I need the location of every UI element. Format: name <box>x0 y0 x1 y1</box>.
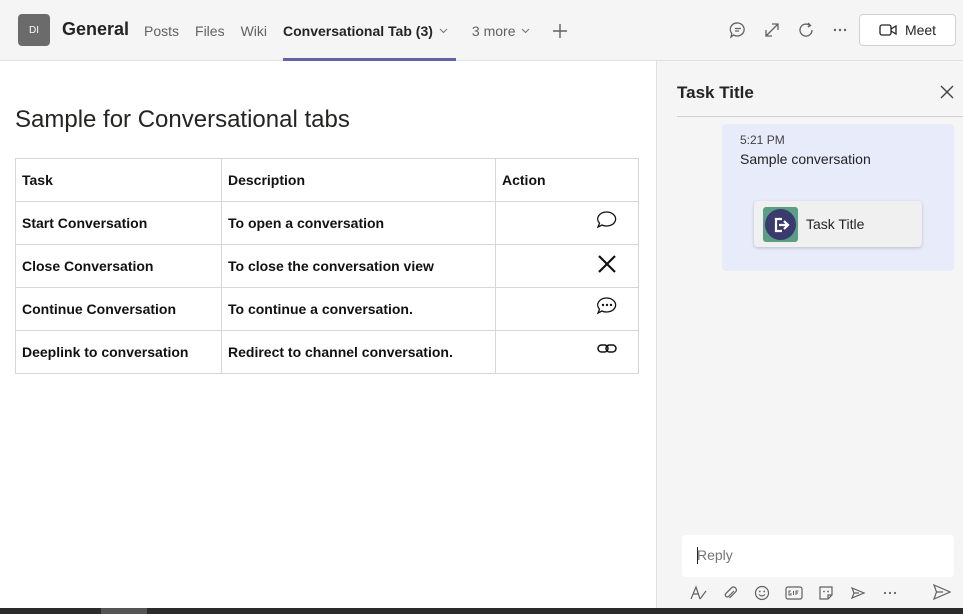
column-header: Description <box>221 158 496 202</box>
chat-dots-icon <box>729 22 745 39</box>
start-conversation-button[interactable] <box>596 210 618 233</box>
tab-more[interactable]: 3 more <box>472 0 539 61</box>
app-icon <box>763 207 798 242</box>
description-cell: Redirect to channel conversation. <box>221 330 496 374</box>
close-conversation-button[interactable] <box>596 253 618 278</box>
action-cell <box>495 244 639 288</box>
tab-content: Sample for Conversational tabs Task Desc… <box>0 61 656 608</box>
add-tab-button[interactable] <box>552 0 568 61</box>
schedule-meeting-button[interactable] <box>842 583 874 603</box>
tab-label: Wiki <box>240 22 268 39</box>
table-row: Continue Conversation To continue a conv… <box>15 287 639 331</box>
column-header: Action <box>495 158 639 202</box>
tab-label: Posts <box>144 22 180 39</box>
action-cell <box>495 287 639 331</box>
tab-posts[interactable]: Posts <box>144 0 187 61</box>
panel-title: Task Title <box>677 83 754 102</box>
emoji-icon <box>754 585 770 601</box>
tab-bar: Posts Files Wiki Conversational Tab (3) … <box>144 0 568 61</box>
more-options-button[interactable] <box>828 18 852 42</box>
table-row: Deeplink to conversation Redirect to cha… <box>15 330 639 374</box>
panel-close-button[interactable] <box>939 84 955 105</box>
refresh-icon <box>799 22 813 37</box>
gif-button[interactable] <box>778 583 810 603</box>
tab-files[interactable]: Files <box>195 0 233 61</box>
task-cell: Deeplink to conversation <box>15 330 222 374</box>
tab-wiki[interactable]: Wiki <box>241 0 275 61</box>
page-title: Sample for Conversational tabs <box>15 106 350 133</box>
message-text: Sample conversation <box>740 151 871 167</box>
format-button[interactable] <box>682 583 714 603</box>
emoji-button[interactable] <box>746 583 778 603</box>
meet-button[interactable]: Meet <box>859 14 956 46</box>
taskbar-item[interactable] <box>101 608 147 614</box>
conversation-button[interactable] <box>726 18 750 42</box>
action-cell <box>495 330 639 374</box>
refresh-button[interactable] <box>794 18 818 42</box>
text-caret <box>697 547 698 564</box>
conversation-panel: Task Title 5:21 PM Sample conversation T… <box>656 61 963 608</box>
table-header-row: Task Description Action <box>15 158 639 202</box>
tab-label: 3 more <box>471 22 516 39</box>
sticker-button[interactable] <box>810 583 842 603</box>
expand-icon <box>765 23 779 37</box>
description-cell: To open a conversation <box>221 201 496 245</box>
message-timestamp: 5:21 PM <box>740 133 785 147</box>
more-icon <box>883 591 897 595</box>
reply-box[interactable] <box>682 535 954 577</box>
continue-conversation-button[interactable] <box>596 296 618 319</box>
chat-dots-icon <box>596 297 617 315</box>
more-compose-button[interactable] <box>874 583 906 603</box>
panel-divider <box>677 116 963 117</box>
description-cell: To close the conversation view <box>221 244 496 288</box>
close-icon <box>940 85 954 99</box>
sticker-icon <box>819 586 833 600</box>
send-icon <box>932 583 952 601</box>
send-button[interactable] <box>932 583 952 605</box>
attach-button[interactable] <box>714 583 746 603</box>
format-icon <box>690 585 707 600</box>
team-avatar[interactable]: DI <box>18 14 50 46</box>
column-header: Task <box>15 158 222 202</box>
table-row: Close Conversation To close the conversa… <box>15 244 639 288</box>
channel-header: DI General Posts Files Wiki Conversation… <box>0 0 963 61</box>
taskbar <box>0 608 963 614</box>
plus-icon <box>553 23 568 38</box>
task-cell: Close Conversation <box>15 244 222 288</box>
gif-icon <box>785 586 803 600</box>
table-row: Start Conversation To open a conversatio… <box>15 201 639 245</box>
more-icon <box>833 28 847 32</box>
sign-out-icon <box>774 217 790 232</box>
task-table: Task Description Action Start Conversati… <box>15 158 639 374</box>
meet-label: Meet <box>904 22 937 38</box>
video-camera-icon <box>879 24 897 36</box>
task-card[interactable]: Task Title <box>754 201 922 247</box>
chevron-down-icon <box>439 28 448 33</box>
expand-button[interactable] <box>760 18 784 42</box>
compose-toolbar <box>682 583 954 603</box>
chat-icon <box>596 211 617 229</box>
tab-conversational[interactable]: Conversational Tab (3) <box>283 0 456 61</box>
message-bubble[interactable]: 5:21 PM Sample conversation Task Title <box>722 124 954 271</box>
link-icon <box>597 344 617 353</box>
paperclip-icon <box>724 586 737 599</box>
chevron-down-icon <box>522 28 530 33</box>
task-cell: Start Conversation <box>15 201 222 245</box>
header-actions <box>726 18 852 42</box>
reply-input[interactable] <box>697 547 937 563</box>
task-cell: Continue Conversation <box>15 287 222 331</box>
description-cell: To continue a conversation. <box>221 287 496 331</box>
tab-label: Conversational Tab (3) <box>283 22 433 39</box>
forward-icon <box>850 586 866 600</box>
tab-label: Files <box>195 22 225 39</box>
deeplink-button[interactable] <box>596 339 618 362</box>
close-icon <box>598 255 616 273</box>
card-title: Task Title <box>806 216 865 232</box>
action-cell <box>495 201 639 245</box>
channel-name: General <box>62 19 130 39</box>
